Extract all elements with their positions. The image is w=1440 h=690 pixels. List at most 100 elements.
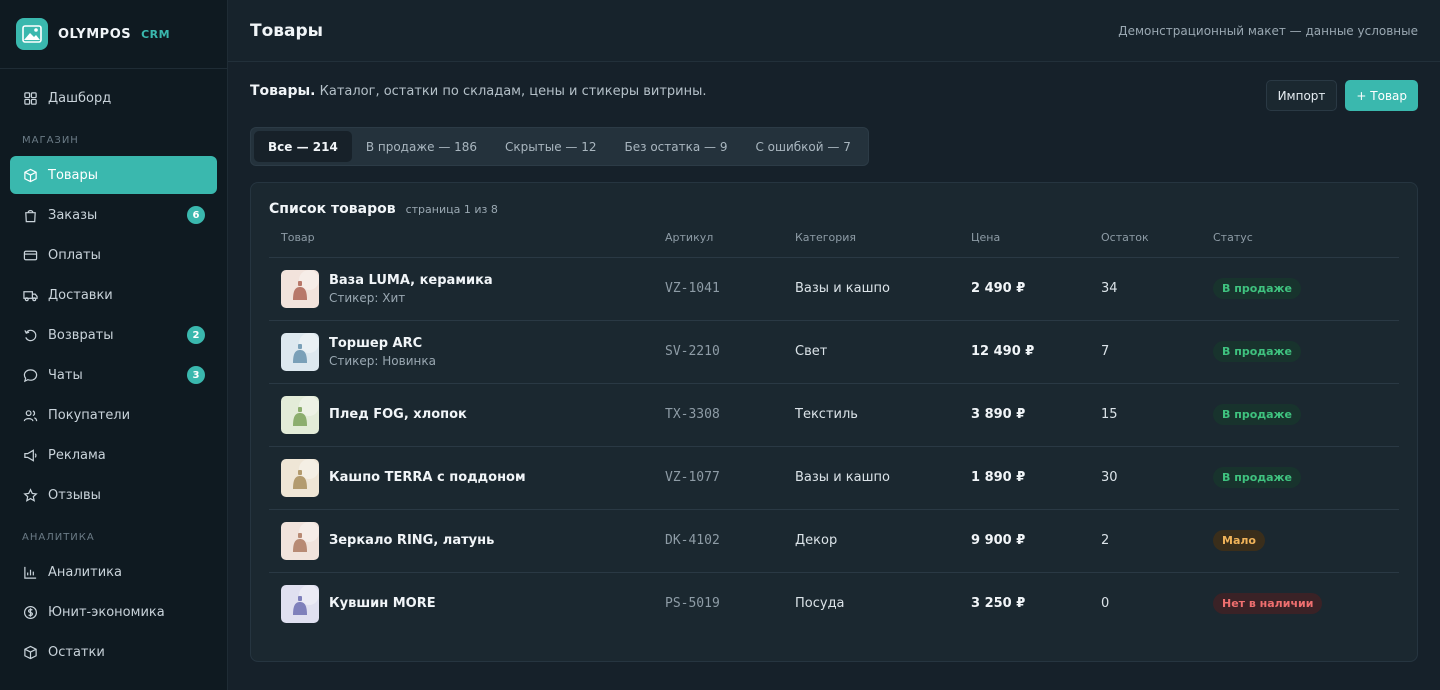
product-sku: SV-2210 <box>653 320 783 384</box>
table-row[interactable]: Ваза LUMA, керамика Стикер: Хит VZ-1041 … <box>269 257 1399 321</box>
logo-icon <box>16 18 48 50</box>
sidebar-item-label: Покупатели <box>48 407 131 423</box>
sidebar-item-deliveries[interactable]: Доставки <box>10 276 217 314</box>
sidebar: OLYMPOS CRM Дашборд МАГАЗИН Товары Заказ… <box>0 0 228 690</box>
status-badge: В продаже <box>1213 467 1301 488</box>
sidebar-item-customers[interactable]: Покупатели <box>10 396 217 434</box>
table-row[interactable]: Кувшин MORE PS-5019 Посуда 3 250 ₽ 0 Нет… <box>269 572 1399 635</box>
orders-count-badge: 6 <box>187 206 205 224</box>
megaphone-icon <box>22 447 38 463</box>
product-name[interactable]: Плед FOG, хлопок <box>329 407 467 422</box>
products-card: Список товаров страница 1 из 8 Товар Арт… <box>250 182 1418 662</box>
product-stock: 0 <box>1101 596 1110 612</box>
sidebar-item-orders[interactable]: Заказы 6 <box>10 196 217 234</box>
sidebar-item-chats[interactable]: Чаты 3 <box>10 356 217 394</box>
tab-all[interactable]: Все — 214 <box>254 131 352 162</box>
product-price: 3 250 ₽ <box>971 596 1026 612</box>
product-stock: 30 <box>1089 446 1201 510</box>
sidebar-item-label: Аналитика <box>48 564 122 580</box>
product-info: Ваза LUMA, керамика Стикер: Хит <box>281 269 653 308</box>
add-product-button[interactable]: + Товар <box>1345 80 1418 111</box>
product-category: Посуда <box>795 596 845 612</box>
import-button[interactable]: Импорт <box>1265 80 1338 111</box>
column-header-stock[interactable]: Остаток <box>1089 231 1201 258</box>
table-row[interactable]: Плед FOG, хлопок TX-3308 Текстиль 3 890 … <box>269 383 1399 447</box>
product-cell: Плед FOG, хлопок <box>269 383 653 447</box>
status-cell: В продаже <box>1201 446 1399 510</box>
column-header-category[interactable]: Категория <box>783 231 959 258</box>
sidebar-nav: Дашборд МАГАЗИН Товары Заказы 6 Оплаты Д… <box>0 69 227 671</box>
users-icon <box>22 407 38 423</box>
sidebar-item-label: Заказы <box>48 207 98 223</box>
sidebar-item-label: Дашборд <box>48 90 112 106</box>
product-stock: 34 <box>1089 257 1201 321</box>
tab-with-error[interactable]: С ошибкой — 7 <box>741 131 864 162</box>
status-cell: В продаже <box>1201 383 1399 447</box>
product-info: Кувшин MORE <box>281 584 653 623</box>
status-badge: Нет в наличии <box>1213 593 1323 615</box>
product-name[interactable]: Зеркало RING, латунь <box>329 533 494 548</box>
sidebar-item-unit-economics[interactable]: Юнит-экономика <box>10 593 217 631</box>
product-sku: PS-5019 <box>665 596 720 612</box>
product-cell: Кувшин MORE <box>269 572 653 635</box>
status-cell: В продаже <box>1201 320 1399 384</box>
sidebar-item-ads[interactable]: Реклама <box>10 436 217 474</box>
product-name[interactable]: Кашпо TERRA с поддоном <box>329 470 526 485</box>
status-badge: В продаже <box>1213 404 1301 425</box>
sidebar-item-returns[interactable]: Возвраты 2 <box>10 316 217 354</box>
pagination-info: страница 1 из 8 <box>405 203 498 216</box>
filter-tabs: Все — 214 В продаже — 186 Скрытые — 12 Б… <box>250 127 869 166</box>
product-name[interactable]: Ваза LUMA, керамика <box>329 273 493 288</box>
stock-icon <box>22 644 38 660</box>
sidebar-item-label: Возвраты <box>48 327 114 343</box>
returns-count-badge: 2 <box>187 326 205 344</box>
truck-icon <box>22 287 38 303</box>
product-info: Торшер ARC Стикер: Новинка <box>281 332 653 371</box>
sidebar-item-label: Отзывы <box>48 487 101 503</box>
sidebar-item-dashboard[interactable]: Дашборд <box>10 79 217 117</box>
chat-icon <box>22 367 38 383</box>
product-sku: VZ-1041 <box>653 257 783 321</box>
product-stock: 2 <box>1089 509 1201 573</box>
sidebar-item-reviews[interactable]: Отзывы <box>10 476 217 514</box>
table-row[interactable]: Кашпо TERRA с поддоном VZ-1077 Вазы и ка… <box>269 446 1399 510</box>
product-category: Свет <box>783 320 959 384</box>
product-name[interactable]: Торшер ARC <box>329 336 436 351</box>
table-row[interactable]: Торшер ARC Стикер: Новинка SV-2210 Свет … <box>269 320 1399 384</box>
tab-hidden[interactable]: Скрытые — 12 <box>491 131 610 162</box>
page-heading-title: Товары. <box>250 83 316 99</box>
product-category: Декор <box>783 509 959 573</box>
product-name[interactable]: Кувшин MORE <box>329 596 436 611</box>
product-cell: Ваза LUMA, керамика Стикер: Хит <box>269 257 653 321</box>
sidebar-item-label: Юнит-экономика <box>48 604 165 620</box>
product-stock: 15 <box>1089 383 1201 447</box>
sidebar-item-stock[interactable]: Остатки <box>10 633 217 671</box>
product-thumbnail-image <box>281 332 319 371</box>
product-price: 1 890 ₽ <box>959 446 1089 510</box>
sidebar-item-products[interactable]: Товары <box>10 156 217 194</box>
chart-icon <box>22 564 38 580</box>
product-stock: 7 <box>1089 320 1201 384</box>
return-icon <box>22 327 38 343</box>
star-icon <box>22 487 38 503</box>
product-price: 9 900 ₽ <box>959 509 1089 573</box>
brand: OLYMPOS CRM <box>0 0 227 69</box>
column-header-status[interactable]: Статус <box>1201 231 1399 258</box>
table-row[interactable]: Зеркало RING, латунь DK-4102 Декор 9 900… <box>269 509 1399 573</box>
sidebar-item-payments[interactable]: Оплаты <box>10 236 217 274</box>
sidebar-item-analytics[interactable]: Аналитика <box>10 553 217 591</box>
tab-out-of-stock[interactable]: Без остатка — 9 <box>611 131 742 162</box>
box-icon <box>22 167 38 183</box>
column-header-product[interactable]: Товар <box>269 231 653 258</box>
product-sticker: Стикер: Новинка <box>329 353 436 368</box>
product-info: Зеркало RING, латунь <box>281 521 653 560</box>
column-header-sku[interactable]: Артикул <box>653 231 783 258</box>
column-header-price[interactable]: Цена <box>959 231 1089 258</box>
page-title: Товары <box>250 20 324 41</box>
card-header: Список товаров страница 1 из 8 <box>269 201 1399 217</box>
status-cell: Мало <box>1201 509 1399 573</box>
product-category: Вазы и кашпо <box>783 257 959 321</box>
product-category: Вазы и кашпо <box>783 446 959 510</box>
page-actions: Импорт + Товар <box>1265 80 1418 111</box>
tab-on-sale[interactable]: В продаже — 186 <box>352 131 491 162</box>
